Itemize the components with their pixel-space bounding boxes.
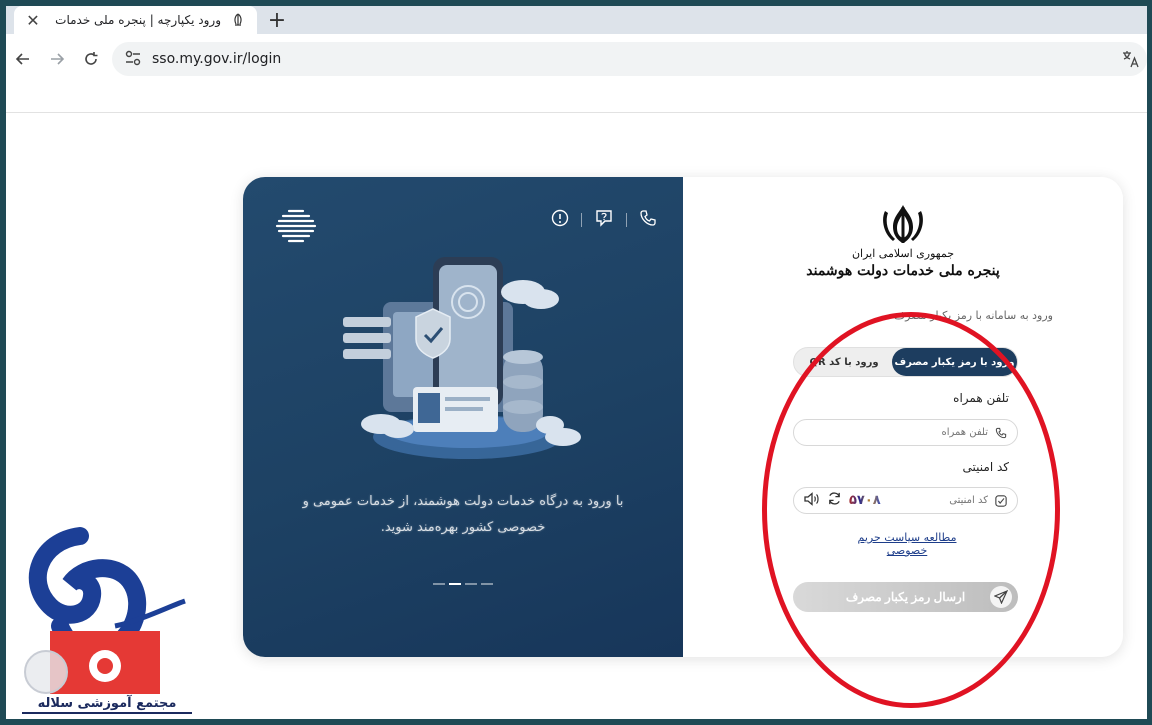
send-otp-button[interactable]: ارسال رمز یکبار مصرف [793,582,1018,612]
phone-input[interactable] [908,427,988,438]
tab-qr-login[interactable]: ورود با کد QR [794,348,894,376]
captcha-field[interactable]: ۵۷۰۸ [793,487,1018,514]
reload-icon [85,52,98,65]
login-method-tabs: ورود با رمز یکبار مصرف ورود با کد QR [793,347,1018,377]
globe-logo-icon [271,205,321,251]
phone-icon [993,426,1007,440]
close-tab-icon[interactable]: ✕ [24,11,42,30]
site-settings-icon[interactable] [124,49,144,69]
icon-separator [626,213,627,227]
help-chat-icon[interactable] [594,209,614,231]
browser-toolbar: sso.my.gov.ir/login [6,34,1147,84]
promo-caption: با ورود به درگاه خدمات دولت هوشمند، از خ… [302,494,624,535]
captcha-input[interactable] [928,495,988,506]
tab-title: ورود یکپارچه | پنجره ملی خدمات [55,13,221,27]
brand-country: جمهوری اسلامی ایران [851,247,955,260]
decorative-circle [24,650,68,694]
security-illustration [343,257,581,459]
login-intro: ورود به سامانه با رمز یکبار مصرف [893,309,1053,322]
browser-tab[interactable]: ✕ ورود یکپارچه | پنجره ملی خدمات [14,6,257,34]
send-icon [990,586,1012,608]
forward-button[interactable] [40,42,74,76]
phone-icon[interactable] [639,209,657,231]
header-actions [551,209,657,231]
arrow-right-icon [51,53,65,65]
iran-emblem-icon [883,205,923,243]
new-tab-button[interactable]: + [264,8,290,33]
watermark-text: مجتمع آموزشی سلاله [22,694,192,714]
slider-dots[interactable] [433,583,493,585]
tab-otp-login[interactable]: ورود با رمز یکبار مصرف [892,348,1017,376]
tab-strip: ✕ ورود یکپارچه | پنجره ملی خدمات + [6,6,1147,34]
translate-icon[interactable] [1121,49,1141,73]
captcha-check-icon [993,494,1007,508]
back-button[interactable] [6,42,40,76]
captcha-digits: ۵۷۰۸ [849,493,881,508]
slider-dot[interactable] [481,583,493,585]
login-card: با ورود به درگاه خدمات دولت هوشمند، از خ… [243,177,1123,657]
page-divider [6,112,1147,113]
refresh-captcha-icon[interactable] [827,491,842,510]
address-bar[interactable]: sso.my.gov.ir/login [112,42,1147,76]
phone-label: تلفن همراه [953,391,1009,405]
login-panel: جمهوری اسلامی ایران پنجره ملی خدمات دولت… [683,177,1123,657]
captcha-image: ۵۷۰۸ [849,493,881,508]
url-text: sso.my.gov.ir/login [152,51,282,67]
emblem-favicon-icon [229,11,247,29]
icon-separator [581,213,582,227]
slider-dot[interactable] [449,583,461,585]
send-otp-label: ارسال رمز یکبار مصرف [845,590,966,604]
audio-captcha-icon[interactable] [804,491,820,510]
slider-dot[interactable] [465,583,477,585]
slider-dot[interactable] [433,583,445,585]
captcha-controls: ۵۷۰۸ [804,491,881,510]
arrow-left-icon [15,53,29,65]
captcha-label: کد امنیتی [962,460,1009,474]
brand-service: پنجره ملی خدمات دولت هوشمند [806,263,1000,279]
browser-window: ✕ ورود یکپارچه | پنجره ملی خدمات + sso.m… [6,6,1147,719]
reload-button[interactable] [74,42,108,76]
phone-field[interactable] [793,419,1018,446]
promo-panel: با ورود به درگاه خدمات دولت هوشمند، از خ… [243,177,683,657]
privacy-policy-link[interactable]: مطالعه سیاست حریم خصوصی [843,531,971,557]
info-icon[interactable] [551,209,569,231]
